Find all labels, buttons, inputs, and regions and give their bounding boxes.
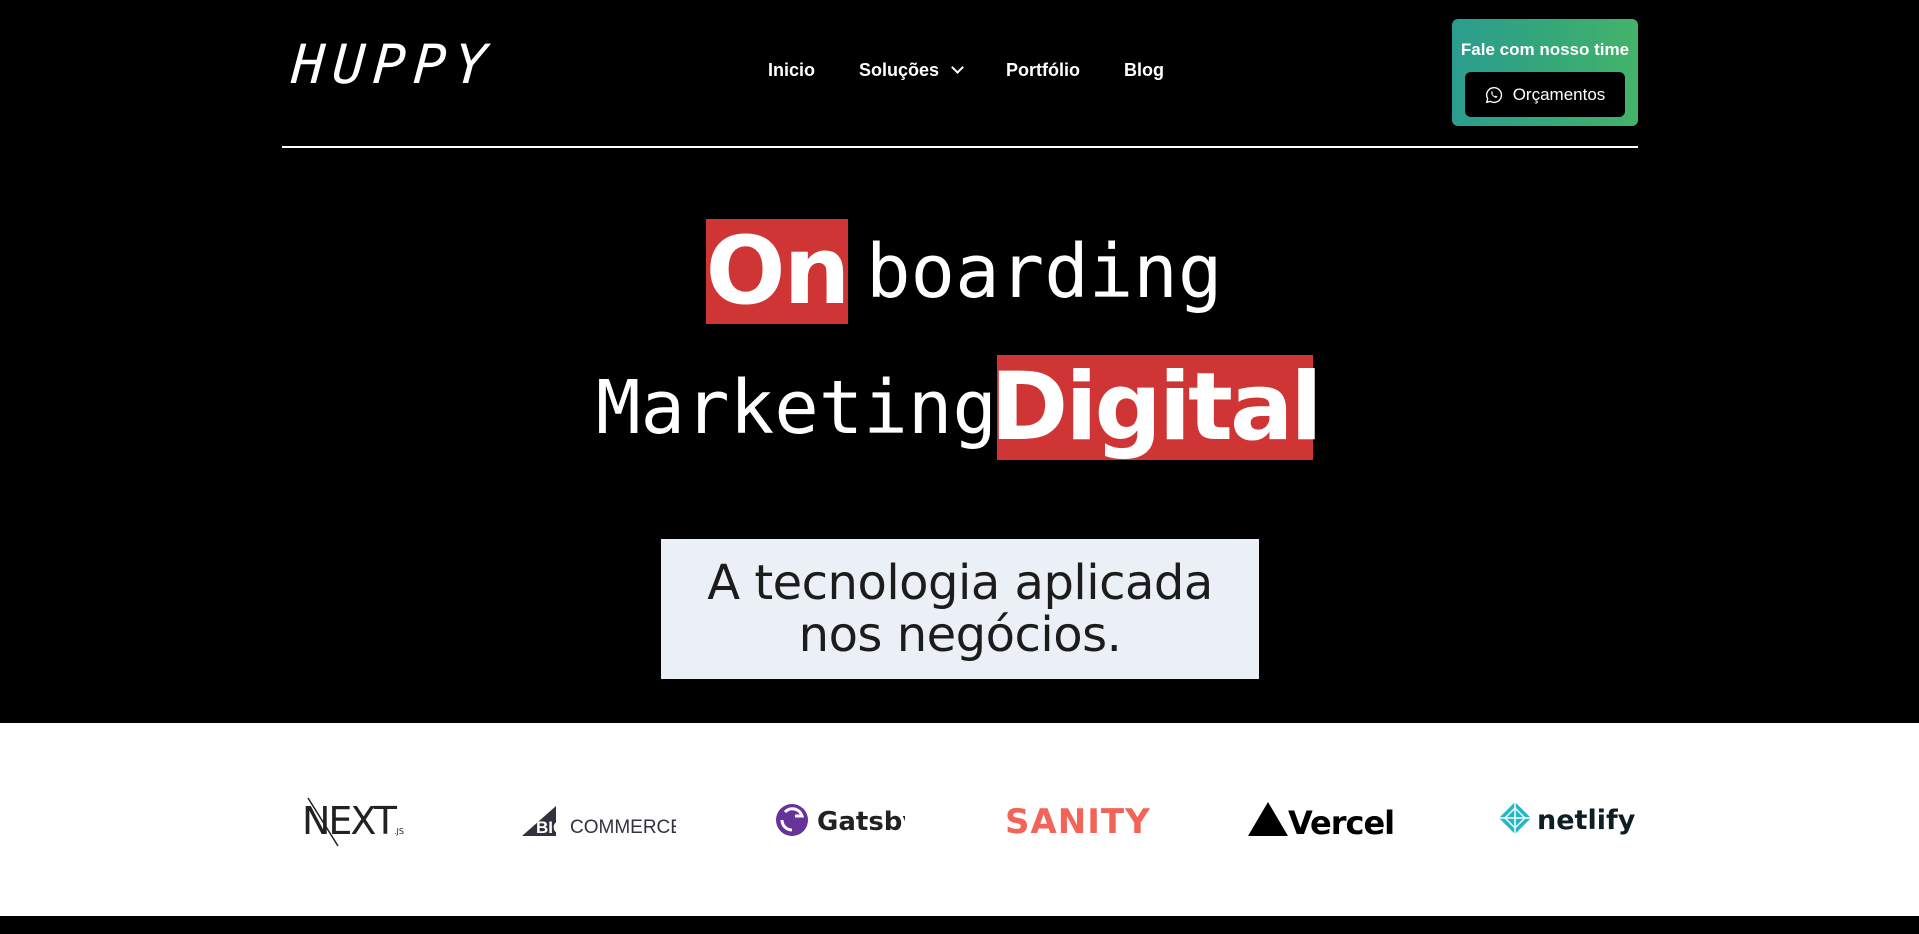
highlight-digital: Digital (990, 352, 1323, 462)
chevron-down-icon (951, 61, 964, 74)
netlify-logo: netlify (1497, 723, 1637, 916)
main-nav: Inicio Soluções Portfólio Blog (768, 60, 1164, 81)
bigcommerce-text: COMMERCE (570, 817, 676, 838)
next-section-edge (0, 916, 1919, 934)
sanity-icon: SANITY (1005, 802, 1151, 840)
gatsby-text: Gatsby (817, 807, 905, 837)
highlight-on: On (705, 216, 850, 326)
nextjs-sub-text: .JS (394, 827, 404, 836)
vercel-text: Vercel (1288, 804, 1394, 842)
nav-label: Blog (1124, 60, 1165, 80)
sanity-logo: SANITY (1005, 723, 1161, 916)
hero-section: On boarding Marketing Digital A tecnolog… (0, 149, 1919, 723)
nextjs-icon: NEXT .JS (302, 797, 404, 846)
tagline-line-1: A tecnologia aplicada (707, 555, 1213, 611)
sanity-text: SANITY (1005, 802, 1151, 840)
cta-button-label: Orçamentos (1512, 84, 1606, 104)
header-divider (282, 146, 1638, 148)
nav-label: Soluções (859, 60, 940, 80)
bigcommerce-icon: BIG COMMERCE (522, 805, 676, 838)
gatsby-icon: Gatsby (776, 803, 905, 837)
tagline-line-2: nos negócios. (798, 607, 1122, 663)
bigcommerce-logo: BIG COMMERCE (520, 723, 676, 916)
nav-label: Inicio (768, 60, 816, 80)
vercel-icon: Vercel (1248, 801, 1395, 842)
nav-item-blog[interactable]: Blog (1124, 60, 1164, 81)
headline-line-1: On boarding (706, 219, 1222, 324)
netlify-text: netlify (1537, 805, 1636, 836)
tagline-box: A tecnologia aplicada nos negócios. (661, 539, 1259, 679)
bigcommerce-big-text: BIG (536, 818, 566, 837)
netlify-icon: netlify (1499, 801, 1636, 836)
gatsby-logo: Gatsby (775, 723, 905, 916)
cta-title: Fale com nosso time (1460, 40, 1630, 59)
huppy-logo[interactable]: HUPPY (290, 33, 497, 96)
contact-cta-box: Fale com nosso time Orçamentos (1452, 19, 1638, 126)
vercel-logo: Vercel (1248, 723, 1404, 916)
site-header: HUPPY Inicio Soluções Portfólio Blog Fal… (282, 0, 1638, 149)
orcamentos-button[interactable]: Orçamentos (1465, 72, 1625, 117)
nextjs-logo: NEXT .JS (302, 723, 410, 916)
headline-marketing: Marketing (596, 364, 997, 451)
nextjs-text: NEXT (302, 799, 398, 843)
partner-logos-bar: NEXT .JS BIG COMMERCE Gatsby SANITY Verc… (0, 723, 1919, 916)
nav-item-portfolio[interactable]: Portfólio (1006, 60, 1080, 81)
headline-boarding: boarding (866, 228, 1223, 315)
nav-item-inicio[interactable]: Inicio (768, 60, 815, 81)
headline-line-2: Marketing Digital (596, 352, 1323, 462)
nav-label: Portfólio (1006, 60, 1081, 80)
nav-item-solucoes[interactable]: Soluções (859, 60, 964, 81)
whatsapp-icon (1485, 86, 1502, 103)
